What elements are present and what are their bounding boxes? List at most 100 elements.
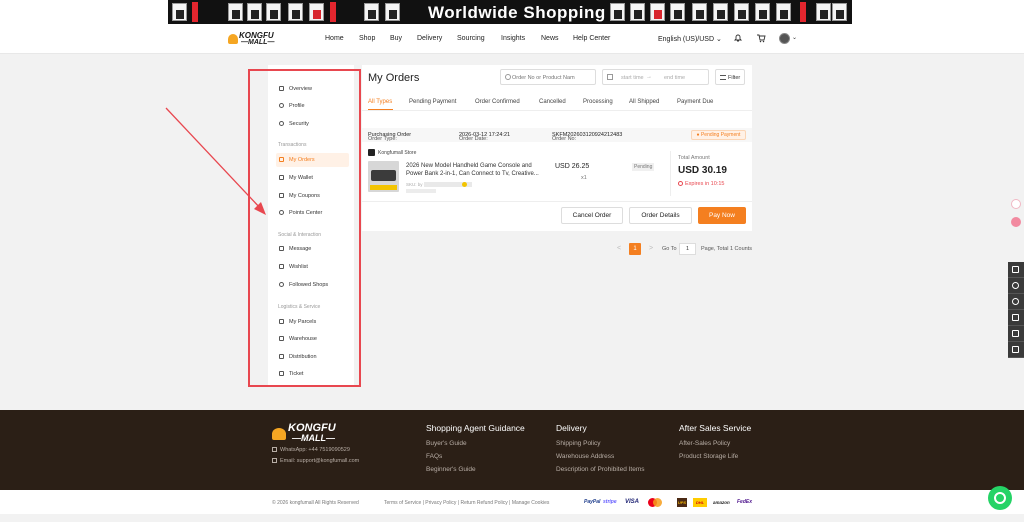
filter-label: Filter (728, 75, 741, 81)
unit-price: USD 26.25 (555, 163, 590, 170)
promo-banner[interactable]: Worldwide Shopping (0, 0, 1024, 24)
dhl-logo: DHL (693, 498, 707, 507)
tab-processing[interactable]: Processing (583, 99, 613, 105)
kongfumall-logo[interactable]: KONGFU —MALL— (228, 30, 280, 48)
nav-help-center[interactable]: Help Center (573, 35, 610, 42)
order-number: Order No: SKFM202603120924212483 (552, 132, 623, 142)
tab-payment-due[interactable]: Payment Due (677, 99, 713, 105)
product-image[interactable] (368, 161, 399, 192)
orders-panel: My Orders start time → end time Filter A… (362, 65, 752, 231)
promo-banner-strip: Worldwide Shopping (168, 0, 852, 24)
footer-link[interactable]: Warehouse Address (556, 453, 614, 460)
tab-order-confirmed[interactable]: Order Confirmed (475, 99, 520, 105)
history-icon[interactable] (1008, 294, 1024, 310)
product-thumb-icon (247, 3, 262, 21)
pay-now-button[interactable]: Pay Now (698, 207, 746, 224)
mail-icon (272, 458, 277, 463)
share-icon[interactable] (1011, 199, 1021, 209)
legal-links[interactable]: Terms of Service | Privacy Policy | Retu… (384, 500, 549, 506)
nav-insights[interactable]: Insights (501, 35, 525, 42)
order-type: Order Type: Purchasing Order (368, 132, 412, 142)
footer-logo[interactable]: KONGFU —MALL— (272, 420, 342, 444)
page-total: Page, Total 1 Counts (701, 246, 752, 252)
avatar[interactable] (779, 33, 790, 44)
store-name[interactable]: Kongfumall Store (378, 150, 416, 156)
page-bottom (0, 514, 1024, 522)
order-date: Order Date: 2026-03-12 17:24:21 (459, 132, 511, 142)
product-thumb-icon (309, 3, 324, 21)
tab-pending-payment[interactable]: Pending Payment (409, 99, 456, 105)
calendar-icon (607, 74, 613, 80)
email-contact[interactable]: Email: support@kongfumall.com (272, 458, 359, 464)
site-header: KONGFU —MALL— Home Shop Buy Delivery Sou… (0, 24, 1024, 54)
product-thumb-icon (385, 3, 400, 21)
active-tab-indicator (368, 109, 393, 110)
fedex-logo: FedEx (737, 499, 753, 505)
page-title: My Orders (368, 72, 420, 84)
logo-subtext: —MALL— (292, 433, 335, 443)
mail-icon[interactable] (1008, 310, 1024, 326)
footer-link[interactable]: FAQs (426, 453, 442, 460)
footer-link[interactable]: Product Storage Life (679, 453, 738, 460)
filter-button[interactable]: Filter (715, 69, 745, 85)
legal-bar: © 2026 kongfumall All Rights Reserved Te… (0, 490, 1024, 514)
end-time-field[interactable]: end time (664, 75, 685, 81)
cancel-order-button[interactable]: Cancel Order (561, 207, 623, 224)
visa-logo: VISA (625, 499, 640, 505)
banner-accent (330, 2, 336, 22)
help-icon[interactable] (1008, 326, 1024, 342)
item-status: Pending (632, 163, 655, 171)
nav-home[interactable]: Home (325, 35, 344, 42)
search-input[interactable] (512, 72, 594, 83)
tab-all-types[interactable]: All Types (368, 99, 392, 105)
cart-icon[interactable] (756, 33, 766, 43)
banner-accent (192, 2, 198, 22)
divider (670, 151, 671, 196)
footer-link[interactable]: After-Sales Policy (679, 440, 730, 447)
nav-buy[interactable]: Buy (390, 35, 402, 42)
page-number-1[interactable]: 1 (629, 243, 641, 255)
language-currency-selector[interactable]: English (US)/USD ⌄ (658, 35, 722, 43)
whatsapp-chat-icon[interactable] (988, 486, 1012, 510)
color-swatch (462, 182, 467, 187)
product-thumb-icon (266, 3, 281, 21)
product-name[interactable]: 2026 New Model Handheld Game Console and… (406, 162, 543, 178)
footer-link[interactable]: Shipping Policy (556, 440, 600, 447)
product-thumb-icon (755, 3, 770, 21)
footer-link[interactable]: Description of Prohibited Items (556, 466, 645, 473)
product-thumb-icon (172, 3, 187, 21)
banner-accent (800, 2, 806, 22)
prev-page-button[interactable]: < (617, 245, 621, 252)
bell-icon[interactable] (733, 33, 743, 43)
expiry-countdown: Expires in 10:15 (678, 181, 724, 187)
chevron-down-icon[interactable]: ⌄ (792, 34, 797, 41)
nav-news[interactable]: News (541, 35, 559, 42)
total-label: Total Amount (678, 155, 710, 161)
gift-icon[interactable] (1011, 217, 1021, 227)
nav-shop[interactable]: Shop (359, 35, 375, 42)
next-page-button[interactable]: > (649, 245, 653, 252)
footer-link[interactable]: Buyer's Guide (426, 440, 467, 447)
back-to-top-icon[interactable] (1008, 342, 1024, 358)
footer-link[interactable]: Beginner's Guide (426, 466, 476, 473)
stripe-logo: stripe (603, 499, 617, 505)
divider (362, 201, 752, 202)
cart-icon[interactable] (1008, 262, 1024, 278)
order-details-button[interactable]: Order Details (629, 207, 692, 224)
start-time-field[interactable]: start time (621, 75, 644, 81)
tab-all-shipped[interactable]: All Shipped (629, 99, 659, 105)
nav-sourcing[interactable]: Sourcing (457, 35, 485, 42)
heart-icon[interactable] (1008, 278, 1024, 294)
status-badge: ● Pending Payment (691, 130, 746, 140)
date-range-picker[interactable]: start time → end time (602, 69, 709, 85)
whatsapp-contact[interactable]: WhatsApp: +44 7519090529 (272, 447, 350, 453)
product-thumb-icon (776, 3, 791, 21)
total-amount: USD 30.19 (678, 165, 727, 176)
tab-cancelled[interactable]: Cancelled (539, 99, 566, 105)
ups-logo: UPS (677, 498, 687, 507)
order-search[interactable] (500, 69, 596, 85)
goto-page-input[interactable]: 1 (679, 243, 696, 255)
product-spec-value (406, 189, 436, 193)
footer-heading-delivery: Delivery (556, 423, 587, 433)
nav-delivery[interactable]: Delivery (417, 35, 442, 42)
